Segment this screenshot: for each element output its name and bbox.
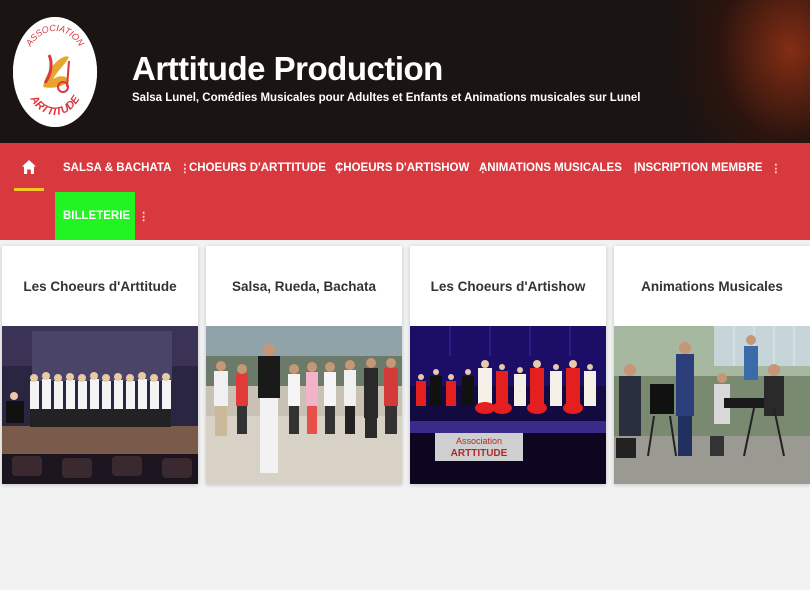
nav-item-animations-musicales[interactable]: ANIMATIONS MUSICALES ⋮	[479, 145, 641, 191]
nav-item-choeurs-artishow[interactable]: CHOEURS D'ARTISHOW ⋮	[335, 145, 488, 191]
card-choeurs-arttitude[interactable]: Les Choeurs d'Arttitude	[2, 246, 198, 484]
nav-item-label: BILLETERIE	[63, 210, 131, 222]
site-title[interactable]: Arttitude Production	[132, 50, 443, 88]
site-header: ASSOCIATION ARTTITUDE Arttitude Producti…	[0, 0, 810, 143]
card-animations-musicales[interactable]: Animations Musicales	[614, 246, 810, 484]
dancers-photo	[206, 326, 402, 484]
card-title[interactable]: Les Choeurs d'Arttitude	[2, 246, 198, 326]
submenu-dots-icon: ⋮	[770, 162, 782, 175]
site-tagline: Salsa Lunel, Comédies Musicales pour Adu…	[132, 92, 641, 104]
site-logo[interactable]: ASSOCIATION ARTTITUDE	[13, 17, 97, 127]
card-title[interactable]: Animations Musicales	[614, 246, 810, 326]
nav-item-billeterie[interactable]: BILLETERIE ⋮	[55, 192, 149, 240]
card-salsa-rueda-bachata[interactable]: Salsa, Rueda, Bachata	[206, 246, 402, 484]
card-choeurs-artishow[interactable]: Les Choeurs d'Artishow Association ARTTI…	[410, 246, 606, 484]
home-icon	[22, 159, 36, 174]
nav-item-label: SALSA & BACHATA	[63, 162, 172, 174]
banner-line-1: Association	[456, 436, 502, 446]
nav-item-label: CHOEURS D'ARTTITUDE	[189, 162, 326, 174]
card-photo-band[interactable]	[614, 326, 810, 484]
card-photo-choir[interactable]	[2, 326, 198, 484]
nav-item-label: CHOEURS D'ARTISHOW	[335, 162, 470, 174]
nav-home[interactable]	[14, 145, 44, 191]
choir-photo	[2, 326, 198, 484]
logo-emblem: ASSOCIATION ARTTITUDE	[13, 17, 97, 127]
nav-item-label: INSCRIPTION MEMBRE	[634, 162, 763, 174]
card-title[interactable]: Les Choeurs d'Artishow	[410, 246, 606, 326]
stage-show-photo: Association ARTTITUDE	[410, 326, 606, 484]
band-photo	[614, 326, 810, 484]
card-title[interactable]: Salsa, Rueda, Bachata	[206, 246, 402, 326]
nav-item-inscription-membre[interactable]: INSCRIPTION MEMBRE ⋮	[634, 145, 781, 191]
card-photo-stage-show[interactable]: Association ARTTITUDE	[410, 326, 606, 484]
nav-item-label: ANIMATIONS MUSICALES	[479, 162, 622, 174]
card-photo-dancers[interactable]	[206, 326, 402, 484]
submenu-dots-icon: ⋮	[138, 210, 150, 223]
nav-item-choeurs-arttitude[interactable]: CHOEURS D'ARTTITUDE ⋮	[189, 145, 345, 191]
banner-line-2: ARTTITUDE	[451, 448, 508, 459]
nav-item-salsa-bachata[interactable]: SALSA & BACHATA ⋮	[63, 145, 190, 191]
